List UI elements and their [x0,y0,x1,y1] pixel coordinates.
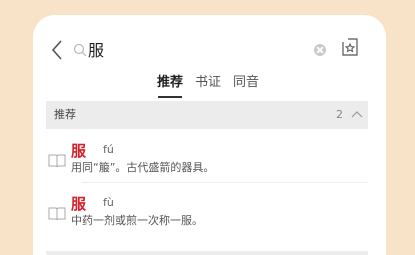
next-section-header [46,251,368,255]
search-bar: 服 [33,35,386,69]
entry-definition: 用同“箙”。古代盛箭的器具。 [71,161,215,174]
back-arrow-icon[interactable] [50,39,64,61]
list-item[interactable]: 服 fù 中药一剂或煎一次称一服。 [46,190,368,236]
dictionary-card: 服 推荐 书证 同音 推荐 2 服 fú 用同“箙”。古代盛箭的器具。 服 fù… [33,15,386,255]
entry-character: 服 [71,195,87,213]
entry-pinyin: fú [103,143,114,156]
tab-bar: 推荐 书证 同音 [33,72,386,98]
entry-character: 服 [71,142,87,160]
bookmark-star-icon[interactable] [340,37,360,57]
active-tab-indicator [158,96,182,98]
tab-recommend[interactable]: 推荐 [157,74,183,92]
entry-definition: 中药一剂或煎一次称一服。 [71,214,203,227]
divider [82,182,368,183]
section-title: 推荐 [54,108,76,121]
list-item[interactable]: 服 fú 用同“箙”。古代盛箭的器具。 [46,137,368,183]
entry-pinyin: fù [103,196,114,209]
search-input[interactable]: 服 [88,40,104,62]
book-icon [48,207,66,220]
tab-citations[interactable]: 书证 [195,74,221,92]
search-icon [73,43,87,57]
section-count: 2 [336,108,343,121]
section-header[interactable]: 推荐 2 [46,101,368,129]
chevron-up-icon[interactable] [351,110,363,118]
tab-homophones[interactable]: 同音 [233,74,259,92]
book-icon [48,154,66,167]
clear-icon[interactable] [314,44,326,56]
